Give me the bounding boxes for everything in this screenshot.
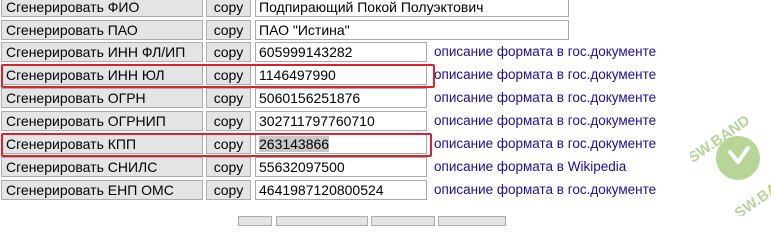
generate-fio-button[interactable]: Сгенерировать ФИО — [1, 0, 203, 17]
copy-ogrnip-button[interactable]: copy — [206, 111, 251, 131]
highlight-kpp — [1, 133, 432, 157]
row-ogrn: Сгенерировать ОГРН copy 5060156251876 оп… — [0, 88, 771, 110]
pao-field[interactable]: ПАО "Истина" — [255, 20, 569, 40]
copy-fio-button[interactable]: copy — [206, 0, 251, 17]
bottom-button-3[interactable] — [371, 216, 435, 226]
generate-snils-button[interactable]: Сгенерировать СНИЛС — [1, 157, 203, 177]
row-enp-oms: Сгенерировать ЕНП ОМС copy 4641987120800… — [0, 180, 771, 202]
inn-ul-format-link[interactable]: описание формата в гос.документе — [434, 66, 656, 84]
highlight-inn-ul — [1, 64, 435, 88]
bottom-button-4[interactable] — [438, 216, 506, 226]
bottom-button-2[interactable] — [276, 216, 368, 226]
copy-pao-button[interactable]: copy — [206, 20, 251, 40]
ogrnip-field[interactable]: 302711797760710 — [255, 111, 427, 131]
row-pao: Сгенерировать ПАО copy ПАО "Истина" — [0, 20, 771, 42]
copy-inn-fl-button[interactable]: copy — [206, 42, 251, 62]
generate-ogrnip-button[interactable]: Сгенерировать ОГРНИП — [1, 111, 203, 131]
generate-enp-oms-button[interactable]: Сгенерировать ЕНП ОМС — [1, 180, 203, 200]
row-ogrnip: Сгенерировать ОГРНИП copy 30271179776071… — [0, 111, 771, 133]
row-snils: Сгенерировать СНИЛС copy 55632097500 опи… — [0, 157, 771, 179]
generate-ogrn-button[interactable]: Сгенерировать ОГРН — [1, 88, 203, 108]
copy-ogrn-button[interactable]: copy — [206, 88, 251, 108]
fio-field[interactable]: Подпирающий Покой Полуэктович — [255, 0, 569, 17]
row-inn-fl: Сгенерировать ИНН ФЛ/ИП copy 60599914328… — [0, 42, 771, 64]
ogrn-field[interactable]: 5060156251876 — [255, 88, 427, 108]
copy-snils-button[interactable]: copy — [206, 157, 251, 177]
inn-fl-format-link[interactable]: описание формата в гос.документе — [434, 43, 656, 61]
ogrnip-format-link[interactable]: описание формата в гос.документе — [434, 112, 656, 130]
snils-field[interactable]: 55632097500 — [255, 157, 427, 177]
sw-band-watermark-logo: SW.BAND SW.BAND — [690, 112, 771, 216]
snils-format-link[interactable]: описание формата в Wikipedia — [434, 158, 626, 176]
copy-enp-oms-button[interactable]: copy — [206, 180, 251, 200]
generate-pao-button[interactable]: Сгенерировать ПАО — [1, 20, 203, 40]
kpp-format-link[interactable]: описание формата в гос.документе — [434, 135, 656, 153]
watermark-circle-icon — [716, 136, 760, 180]
row-fio: Сгенерировать ФИО copy Подпирающий Покой… — [0, 0, 771, 19]
inn-fl-field[interactable]: 605999143282 — [255, 42, 427, 62]
ogrn-format-link[interactable]: описание формата в гос.документе — [434, 89, 656, 107]
enp-oms-field[interactable]: 4641987120800524 — [255, 180, 427, 200]
enp-oms-format-link[interactable]: описание формата в гос.документе — [434, 181, 656, 199]
generate-inn-fl-button[interactable]: Сгенерировать ИНН ФЛ/ИП — [1, 42, 203, 62]
bottom-button-1[interactable] — [238, 216, 272, 226]
